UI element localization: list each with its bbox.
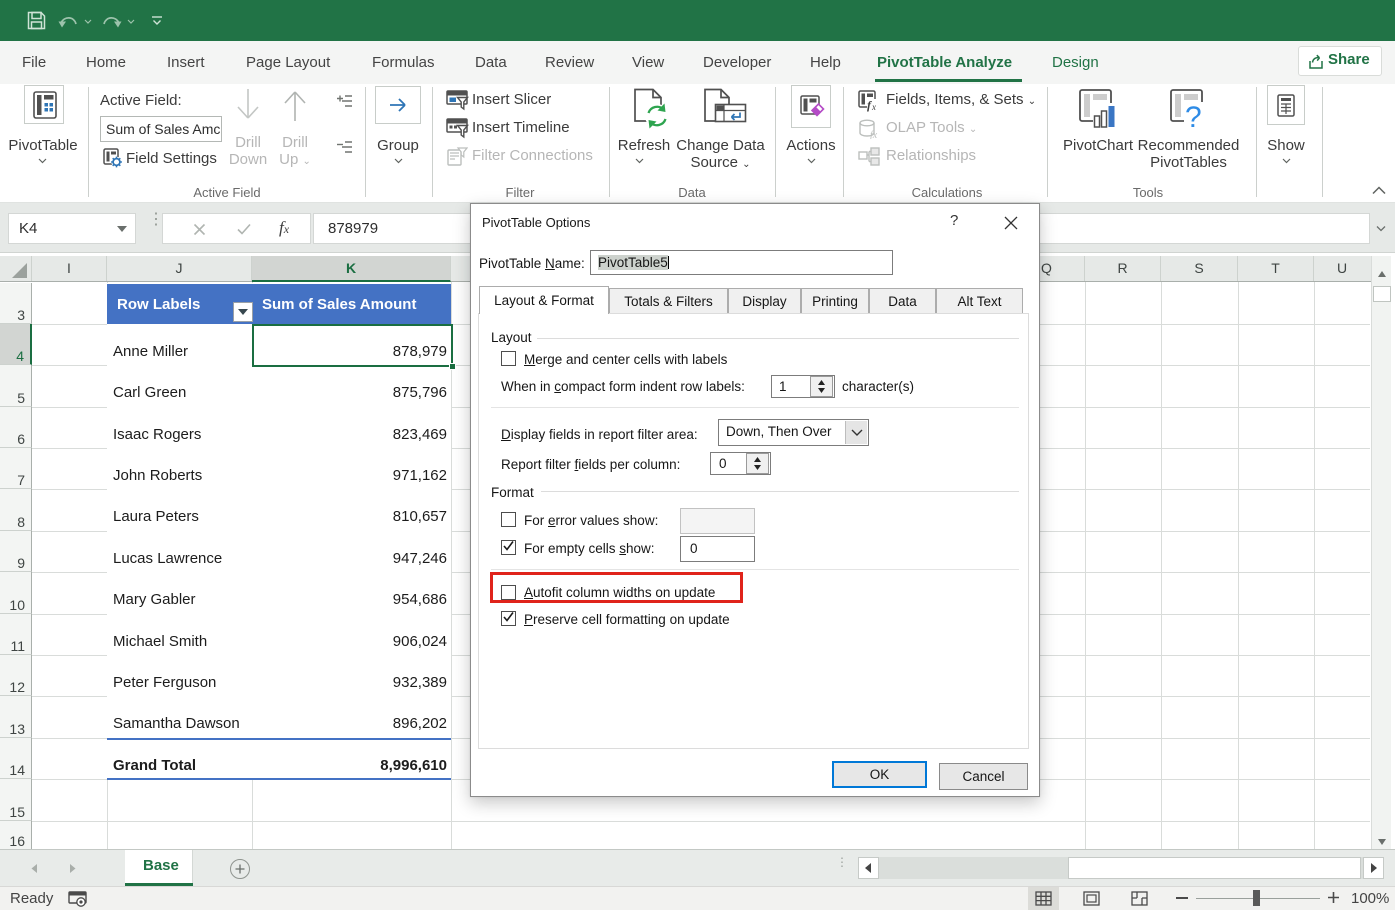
svg-text:fx: fx <box>870 130 878 139</box>
svg-text:?: ? <box>1185 101 1202 131</box>
svg-text:x: x <box>871 102 876 112</box>
